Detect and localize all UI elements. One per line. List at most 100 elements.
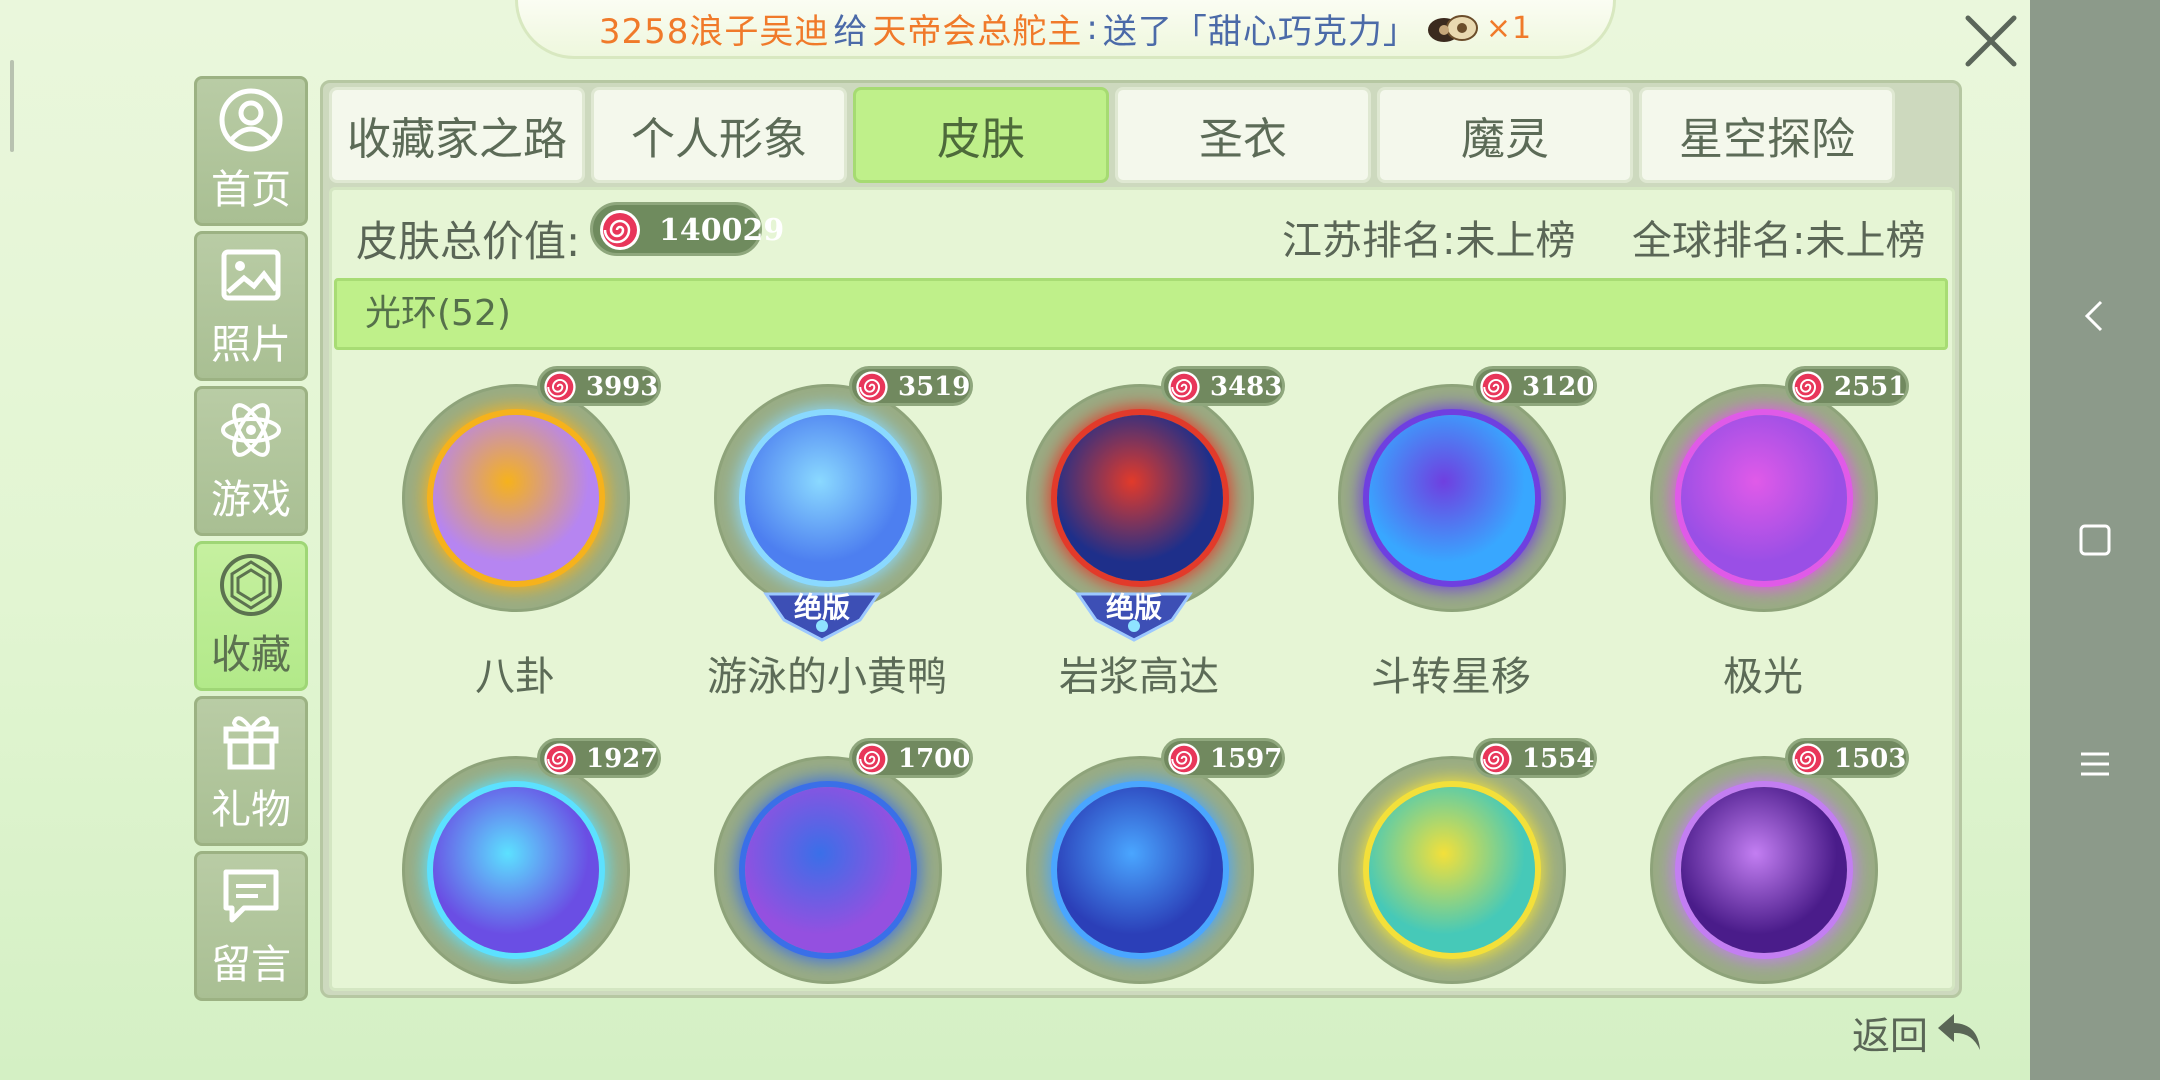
back-label: 返回 bbox=[1852, 1013, 1929, 1058]
limited-label: 绝版 bbox=[793, 591, 850, 624]
skin-item[interactable]: 1700 bbox=[662, 730, 973, 988]
nav-back-icon[interactable] bbox=[2055, 276, 2135, 356]
halo-orb bbox=[1369, 787, 1535, 953]
skin-item[interactable]: 3483 绝版岩浆高达 bbox=[974, 358, 1285, 708]
skin-item[interactable]: 3993 八卦 bbox=[350, 358, 661, 708]
broadcast-colon: : bbox=[1086, 8, 1099, 48]
halo-orb bbox=[1681, 415, 1847, 581]
tab-skins[interactable]: 皮肤 bbox=[853, 87, 1109, 183]
message-icon bbox=[223, 869, 279, 923]
province-rank: 江苏排名:未上榜 bbox=[1282, 218, 1576, 264]
total-value-label: 皮肤总价值: bbox=[356, 217, 581, 266]
limited-edition-badge: 绝版 bbox=[1072, 586, 1196, 642]
skin-thumbnail bbox=[1026, 756, 1254, 984]
left-edge-handle[interactable] bbox=[10, 60, 14, 152]
candy-currency-icon bbox=[1480, 743, 1512, 775]
category-header[interactable]: 光环(52) bbox=[334, 278, 1948, 350]
price-badge: 3120 bbox=[1473, 366, 1597, 406]
collection-panel: 收藏家之路 个人形象 皮肤 圣衣 魔灵 星空探险 皮肤总价值: 140029 江… bbox=[320, 80, 1962, 998]
halo-orb bbox=[433, 787, 599, 953]
broadcast-sender: 3258浪子吴迪 bbox=[598, 11, 830, 52]
skin-thumbnail bbox=[714, 384, 942, 612]
price-badge: 3519 bbox=[849, 366, 973, 406]
broadcast-banner: 3258浪子吴迪 给 天帝会总舵主 : 送了「甜心巧克力」 ×1 bbox=[515, 0, 1616, 59]
skin-item[interactable]: 1927 bbox=[350, 730, 661, 988]
nav-menu-icon[interactable] bbox=[2055, 724, 2135, 804]
skin-name: 斗转星移 bbox=[1371, 654, 1531, 700]
side-item-home[interactable]: 首页 bbox=[194, 76, 308, 226]
skin-thumbnail bbox=[1338, 756, 1566, 984]
skin-item[interactable]: 1554 bbox=[1286, 730, 1597, 988]
halo-orb bbox=[1057, 415, 1223, 581]
candy-currency-icon bbox=[1168, 371, 1200, 403]
tab-holy-cloth[interactable]: 圣衣 bbox=[1115, 87, 1371, 183]
side-item-label: 礼物 bbox=[211, 787, 291, 833]
halo-orb bbox=[1369, 415, 1535, 581]
system-nav-bar bbox=[2030, 0, 2160, 1080]
skin-thumbnail bbox=[1650, 384, 1878, 612]
side-item-collection[interactable]: 收藏 bbox=[194, 541, 308, 691]
side-item-label: 收藏 bbox=[211, 632, 291, 678]
side-item-messages[interactable]: 留言 bbox=[194, 851, 308, 1001]
side-item-games[interactable]: 游戏 bbox=[194, 386, 308, 536]
skin-price: 1554 bbox=[1522, 744, 1595, 774]
back-button[interactable]: 返回 bbox=[1852, 1004, 1988, 1060]
skin-price: 2551 bbox=[1834, 372, 1907, 402]
halo-orb bbox=[1057, 787, 1223, 953]
tab-spirits[interactable]: 魔灵 bbox=[1377, 87, 1633, 183]
side-item-label: 游戏 bbox=[211, 477, 291, 523]
price-badge: 3483 bbox=[1161, 366, 1285, 406]
summary-row: 皮肤总价值: 140029 江苏排名:未上榜 全球排名:未上榜 bbox=[332, 190, 1952, 270]
price-badge: 1927 bbox=[537, 738, 661, 778]
broadcast-verb: 给 bbox=[833, 11, 869, 52]
tab-personal-image[interactable]: 个人形象 bbox=[591, 87, 847, 183]
skin-price: 1503 bbox=[1834, 744, 1907, 774]
skin-thumbnail bbox=[714, 756, 942, 984]
skin-item[interactable]: 1503 bbox=[1598, 730, 1909, 988]
tab-collector-road[interactable]: 收藏家之路 bbox=[329, 87, 585, 183]
candy-currency-icon bbox=[1792, 743, 1824, 775]
image-icon bbox=[221, 249, 281, 301]
skin-item[interactable]: 3120 斗转星移 bbox=[1286, 358, 1597, 708]
skin-thumbnail bbox=[1026, 384, 1254, 612]
price-badge: 1554 bbox=[1473, 738, 1597, 778]
broadcast-count: ×1 bbox=[1485, 10, 1533, 46]
close-icon[interactable] bbox=[1960, 10, 2022, 72]
skin-price: 1927 bbox=[586, 744, 659, 774]
skin-item[interactable]: 3519 绝版游泳的小黄鸭 bbox=[662, 358, 973, 708]
side-item-gifts[interactable]: 礼物 bbox=[194, 696, 308, 846]
skin-name: 极光 bbox=[1723, 654, 1803, 700]
side-item-label: 留言 bbox=[211, 942, 291, 988]
halo-orb bbox=[745, 415, 911, 581]
skin-item[interactable]: 1597 bbox=[974, 730, 1285, 988]
price-badge: 1700 bbox=[849, 738, 973, 778]
gem-icon bbox=[220, 554, 282, 616]
user-icon bbox=[219, 88, 283, 152]
skin-content[interactable]: 皮肤总价值: 140029 江苏排名:未上榜 全球排名:未上榜 光环(52) 3… bbox=[329, 187, 1955, 991]
candy-currency-icon bbox=[1480, 371, 1512, 403]
skin-name: 岩浆高达 bbox=[1059, 654, 1219, 700]
candy-currency-icon bbox=[856, 371, 888, 403]
side-item-photos[interactable]: 照片 bbox=[194, 231, 308, 381]
tab-star-exploration[interactable]: 星空探险 bbox=[1639, 87, 1895, 183]
skin-thumbnail bbox=[402, 756, 630, 984]
skin-price: 1597 bbox=[1210, 744, 1283, 774]
skin-thumbnail bbox=[1338, 384, 1566, 612]
halo-orb bbox=[433, 415, 599, 581]
skin-thumbnail bbox=[1650, 756, 1878, 984]
broadcast-action: 送了「甜心巧克力」 bbox=[1102, 11, 1418, 52]
price-badge: 3993 bbox=[537, 366, 661, 406]
skin-thumbnail bbox=[402, 384, 630, 612]
total-value-pill: 140029 bbox=[590, 202, 784, 256]
skin-item[interactable]: 2551 极光 bbox=[1598, 358, 1909, 708]
skin-name: 游泳的小黄鸭 bbox=[707, 654, 947, 700]
side-menu: 首页 照片 游戏 收藏 礼物 留言 bbox=[194, 76, 310, 1006]
candy-currency-icon bbox=[600, 210, 640, 250]
candy-currency-icon bbox=[544, 371, 576, 403]
skin-price: 1700 bbox=[898, 744, 971, 774]
side-item-label: 首页 bbox=[211, 167, 291, 213]
price-badge: 1503 bbox=[1785, 738, 1909, 778]
nav-home-icon[interactable] bbox=[2055, 500, 2135, 580]
limited-label: 绝版 bbox=[1105, 591, 1162, 624]
chocolate-gift-icon bbox=[1427, 15, 1478, 42]
